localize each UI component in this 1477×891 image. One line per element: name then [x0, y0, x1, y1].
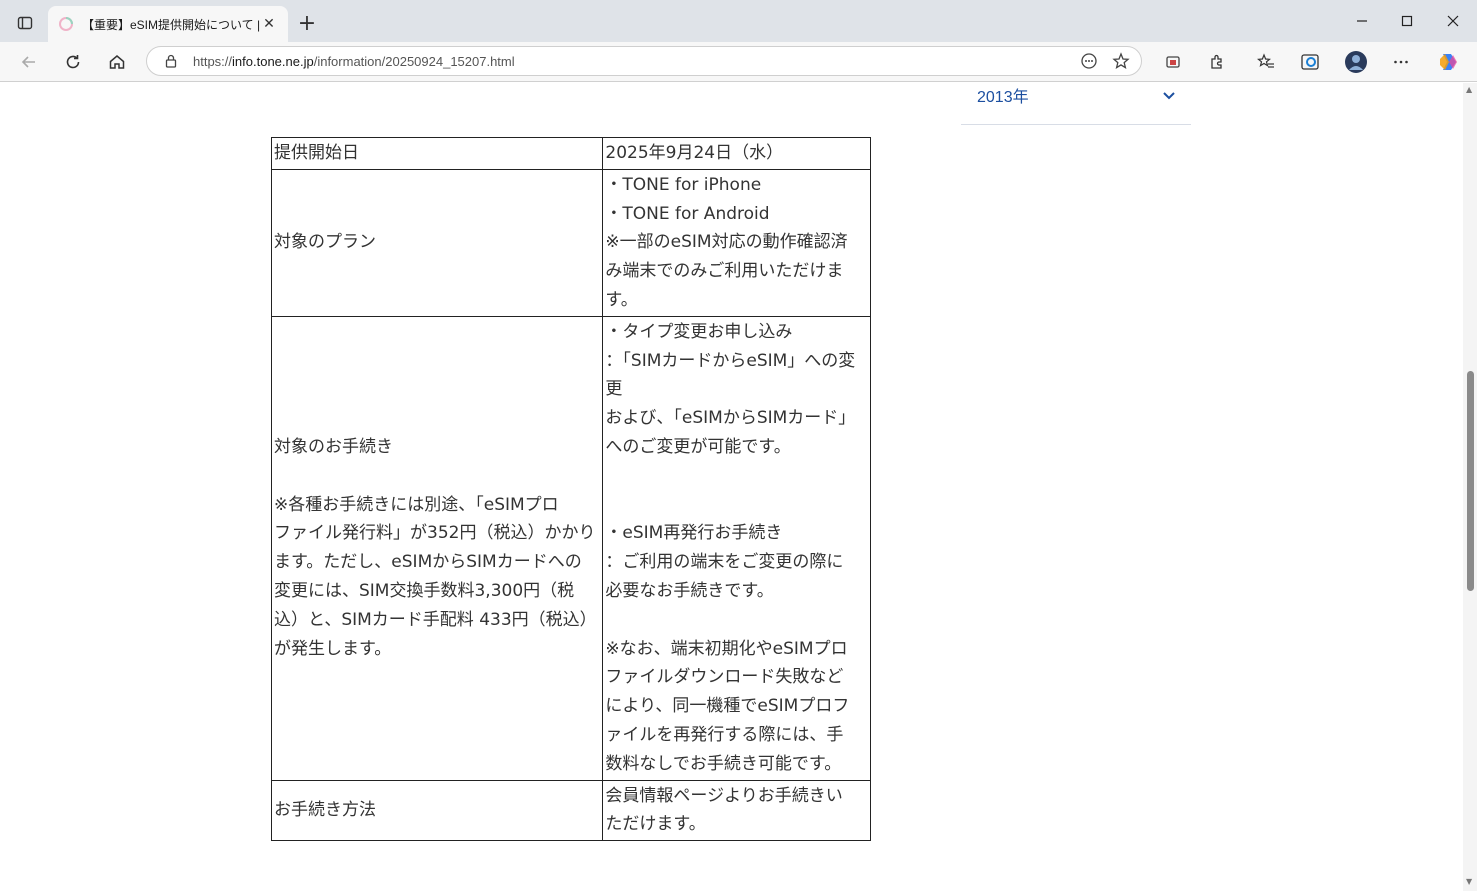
value-line — [605, 462, 868, 491]
value-line — [605, 491, 868, 520]
table-label-cell: 提供開始日 — [270, 137, 604, 170]
value-line: み端末でのみご利用いただけま — [605, 261, 844, 282]
tab-title: 【重要】eSIM提供開始について | お知 — [82, 17, 260, 32]
browser-tab-bar: 【重要】eSIM提供開始について | お知 ✕ + — [0, 0, 1477, 42]
home-icon[interactable] — [102, 48, 132, 76]
value-line: ・TONE for Android — [605, 203, 770, 224]
active-tab[interactable]: 【重要】eSIM提供開始について | お知 ✕ — [48, 6, 288, 42]
address-bar[interactable]: https://info.tone.ne.jp/information/2025… — [146, 46, 1142, 76]
value-line: により、同一機種でeSIMプロフ — [605, 696, 850, 717]
back-icon[interactable] — [14, 48, 44, 76]
value-line: ・TONE for iPhone — [605, 174, 762, 195]
scroll-down-arrow-icon[interactable]: ▼ — [1466, 877, 1472, 886]
extensions-icon[interactable] — [1203, 49, 1231, 75]
table-value-cell: ・タイプ変更お申し込み ：「SIMカードからeSIM」への変更および、「eSIMか… — [602, 315, 871, 781]
value-line: 数料なしでお手続き可能です。 — [605, 753, 842, 774]
value-line: ：「SIMカードからeSIM」への変 — [605, 350, 856, 371]
vertical-scrollbar[interactable]: ▲ ▼ — [1463, 83, 1477, 891]
value-line: 更 — [605, 379, 623, 400]
value-line: 2025年9月24日（水） — [605, 143, 784, 163]
page-content: 2013年 提供開始日 2025年9月24日（水） 対象のプラン ・TONE for … — [0, 83, 1463, 891]
value-line: ・eSIM再発行お手続き — [605, 523, 783, 544]
table-label-cell: 対象のプラン — [270, 168, 604, 317]
archive-year-label[interactable]: 2013年 — [977, 83, 1029, 107]
refresh-icon[interactable] — [58, 48, 88, 76]
favorites-icon[interactable] — [1252, 49, 1280, 75]
table-row: 対象のプラン ・TONE for iPhone ・TONE for Android ※… — [270, 168, 871, 317]
browser-essentials-icon[interactable] — [1296, 49, 1324, 75]
chevron-down-icon[interactable] — [1161, 87, 1177, 103]
label-line — [274, 462, 600, 491]
more-options-icon[interactable] — [1387, 49, 1415, 75]
value-line: 会員情報ページよりお手続きい — [605, 785, 843, 806]
label-line: ファイル発行料」が352円（税込）かかり — [274, 523, 596, 544]
value-line: ※なお、端末初期化やeSIMプロ — [605, 638, 848, 659]
label-line: 対象のお手続き — [274, 436, 393, 457]
browser-toolbar: https://info.tone.ne.jp/information/2025… — [0, 42, 1477, 82]
label-line: お手続き方法 — [274, 799, 376, 820]
table-row: お手続き方法 会員情報ページよりお手続きい ただけます。 — [270, 779, 871, 842]
copilot-icon[interactable] — [1434, 49, 1462, 75]
reading-mode-icon[interactable] — [1077, 49, 1101, 73]
profile-avatar[interactable] — [1342, 49, 1370, 75]
value-line: ただけます。 — [605, 814, 706, 835]
lock-icon[interactable] — [163, 53, 179, 69]
info-table: 提供開始日 2025年9月24日（水） 対象のプラン ・TONE for iPhone… — [270, 137, 871, 842]
table-value-cell: ・TONE for iPhone ・TONE for Android ※一部のeSI… — [602, 168, 871, 317]
url-text[interactable]: https://info.tone.ne.jp/information/2025… — [193, 54, 1077, 69]
value-line: ファイルダウンロード失敗など — [605, 667, 844, 688]
maximize-icon[interactable] — [1385, 8, 1429, 34]
value-line: す。 — [605, 289, 638, 310]
value-line: ァイルを再発行する際には、手 — [605, 724, 844, 745]
table-value-cell: 2025年9月24日（水） — [602, 137, 871, 170]
loading-favicon-icon — [59, 17, 73, 31]
close-window-icon[interactable] — [1431, 8, 1475, 34]
scrollbar-thumb[interactable] — [1467, 371, 1474, 591]
value-line: ・タイプ変更お申し込み — [605, 321, 793, 342]
value-line: へのご変更が可能です。 — [605, 436, 791, 457]
label-line: 変更には、SIM交換手数料3,300円（税 — [274, 580, 575, 601]
label-line: ます。ただし、eSIMからSIMカードへの — [274, 552, 582, 573]
table-row: 対象のお手続き ※各種お手続きには別途、「eSIMプロファイル発行料」が352円（… — [270, 315, 871, 781]
table-label-cell: 対象のお手続き ※各種お手続きには別途、「eSIMプロファイル発行料」が352円（… — [270, 315, 604, 781]
label-line: 提供開始日 — [274, 143, 359, 163]
favorite-star-icon[interactable] — [1109, 49, 1133, 73]
new-tab-button[interactable]: + — [294, 10, 320, 36]
value-line: ※一部のeSIM対応の動作確認済 — [605, 232, 848, 253]
value-line: ：ご利用の端末をご変更の際に — [605, 552, 844, 573]
minimize-icon[interactable] — [1340, 8, 1384, 34]
label-line: ※各種お手続きには別途、「eSIMプロ — [274, 494, 559, 515]
value-line: および、「eSIMからSIMカード」 — [605, 408, 856, 429]
label-line: 対象のプラン — [274, 232, 376, 253]
table-label-cell: お手続き方法 — [270, 779, 604, 842]
label-line: 込）と、SIMカード手配料 433円（税込） — [274, 609, 597, 630]
value-line — [605, 606, 868, 635]
table-row: 提供開始日 2025年9月24日（水） — [270, 137, 871, 170]
table-value-cell: 会員情報ページよりお手続きい ただけます。 — [602, 779, 871, 842]
scroll-up-arrow-icon[interactable]: ▲ — [1466, 85, 1472, 94]
tab-actions-icon[interactable] — [10, 10, 40, 36]
archive-year-2013[interactable]: 2013年 — [961, 83, 1191, 125]
tab-close-icon[interactable]: ✕ — [260, 16, 278, 32]
label-line: が発生します。 — [274, 638, 392, 659]
value-line: 必要なお手続きです。 — [605, 580, 774, 601]
split-screen-icon[interactable] — [1159, 49, 1187, 75]
